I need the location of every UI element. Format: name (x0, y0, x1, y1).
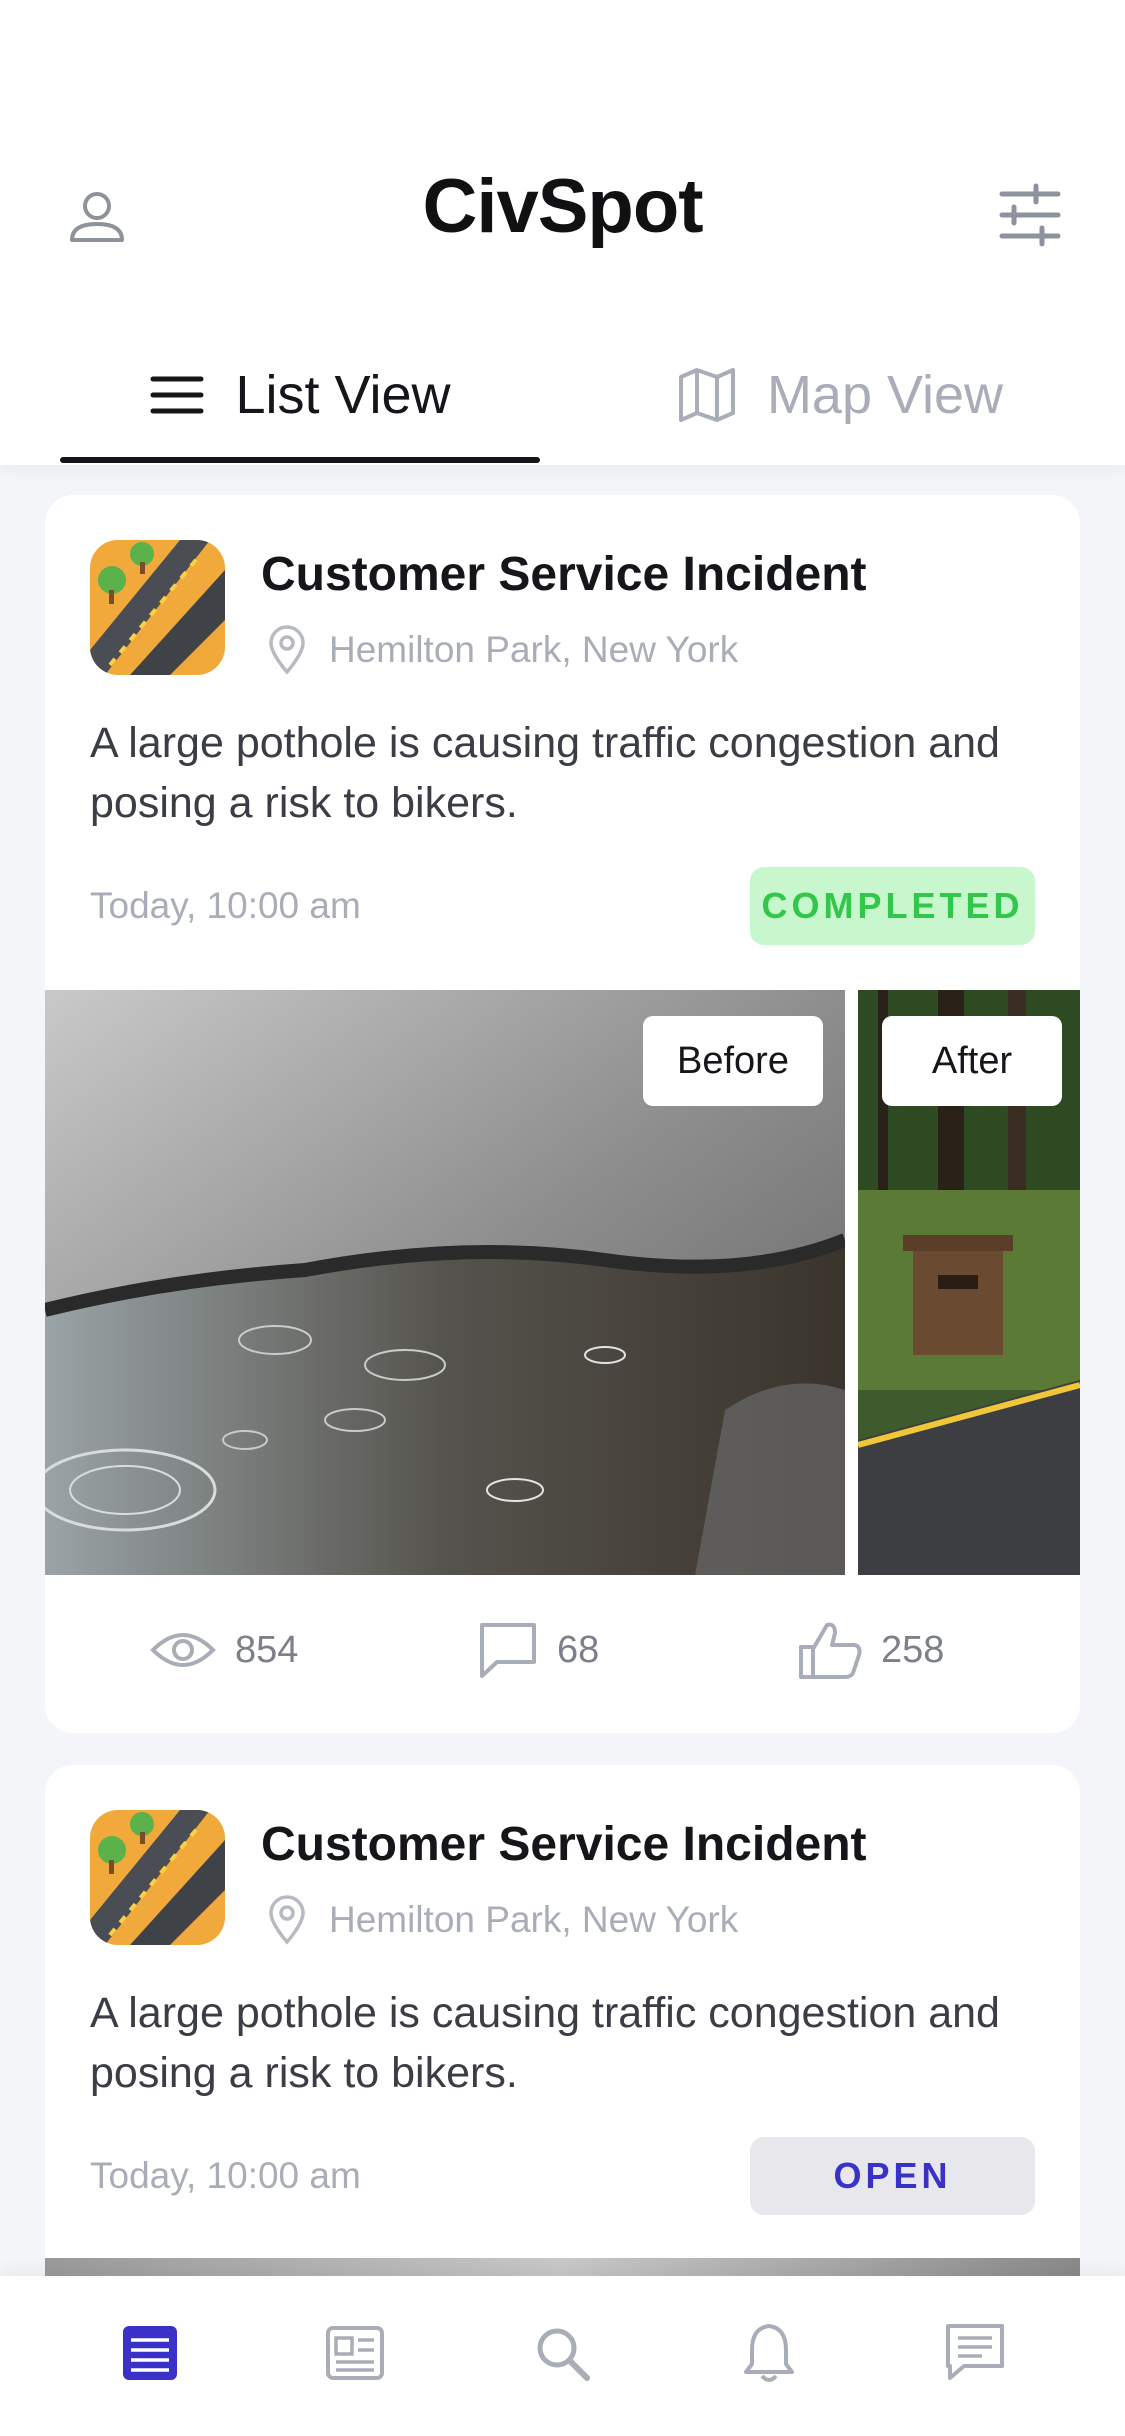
feed-icon (123, 2326, 177, 2380)
app-header: CivSpot List View Map View (0, 0, 1125, 465)
comments-count: 68 (557, 1628, 600, 1671)
nav-news[interactable] (320, 2318, 390, 2388)
map-icon (678, 368, 735, 422)
report-time: Today, 10:00 am (90, 2155, 361, 2196)
report-photo-peek (45, 2258, 1080, 2278)
bottom-navigation (0, 2276, 1125, 2436)
after-label: After (882, 1016, 1062, 1106)
location-text: Hemilton Park, New York (329, 629, 739, 670)
comments-stat[interactable]: 68 (477, 1615, 599, 1685)
report-card[interactable]: Customer Service Incident Hemilton Park,… (45, 495, 1080, 1733)
views-stat: 854 (149, 1615, 298, 1685)
active-tab-indicator (60, 457, 540, 463)
report-time: Today, 10:00 am (90, 885, 361, 926)
location-pin-icon (269, 625, 305, 675)
likes-count: 258 (881, 1628, 945, 1671)
nav-search[interactable] (527, 2318, 597, 2388)
tab-label: Map View (766, 365, 1004, 425)
after-photo[interactable]: After (858, 990, 1080, 1575)
filter-button[interactable] (990, 180, 1070, 250)
comment-icon (480, 1623, 536, 1678)
views-count: 854 (235, 1628, 299, 1671)
before-label: Before (643, 1016, 823, 1106)
before-photo[interactable]: Before (45, 990, 845, 1575)
tab-map-view[interactable]: Map View (600, 330, 1080, 460)
location-text: Hemilton Park, New York (329, 1899, 739, 1940)
sliders-icon (999, 183, 1061, 247)
report-thumbnail (90, 1810, 225, 1945)
location-pin-icon (269, 1895, 305, 1945)
report-description: A large pothole is causing traffic conge… (90, 719, 1000, 827)
report-card[interactable]: Customer Service Incident Hemilton Park,… (45, 1765, 1080, 2365)
report-location: Hemilton Park, New York (267, 625, 738, 675)
report-location: Hemilton Park, New York (267, 1895, 738, 1945)
report-title: Customer Service Incident (261, 548, 867, 601)
report-thumbnail (90, 540, 225, 675)
status-badge: OPEN (750, 2137, 1035, 2215)
status-badge: COMPLETED (750, 867, 1035, 945)
thumbs-up-icon (799, 1622, 862, 1679)
report-description: A large pothole is causing traffic conge… (90, 1989, 1000, 2097)
eye-icon (150, 1633, 216, 1667)
tab-label: List View (235, 365, 451, 425)
report-title: Customer Service Incident (261, 1818, 867, 1871)
bell-icon (744, 2324, 794, 2382)
chat-icon (946, 2324, 1004, 2380)
nav-notifications[interactable] (734, 2318, 804, 2388)
nav-feed[interactable] (115, 2318, 185, 2388)
menu-icon (150, 376, 204, 414)
search-icon (537, 2328, 590, 2381)
tab-list-view[interactable]: List View (60, 330, 540, 460)
likes-stat[interactable]: 258 (797, 1615, 944, 1685)
app-title: CivSpot (422, 164, 703, 249)
nav-messages[interactable] (940, 2318, 1010, 2388)
news-icon (326, 2326, 384, 2380)
